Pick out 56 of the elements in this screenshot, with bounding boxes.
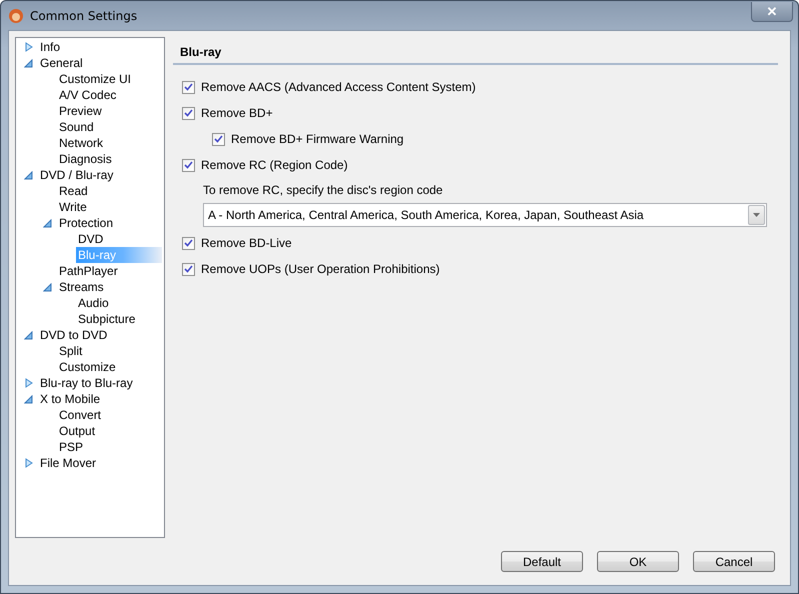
dialog-button[interactable]: Default [501, 551, 583, 572]
dropdown-arrow-icon[interactable] [753, 213, 760, 217]
expanded-triangle-icon[interactable] [43, 218, 52, 228]
tree-item[interactable]: A/V Codec [57, 87, 118, 103]
expanded-triangle-icon[interactable] [24, 58, 33, 68]
tree-item[interactable]: Diagnosis [57, 151, 114, 167]
tree-item[interactable]: Customize UI [57, 71, 134, 87]
option-label: Remove AACS (Advanced Access Content System) [201, 80, 476, 94]
expanded-triangle-icon[interactable] [24, 170, 33, 180]
tree-item[interactable]: Streams [57, 279, 106, 295]
region-dropdown[interactable]: A - North America, Central America, South America, Korea, Japan, Southeast Asia [203, 203, 767, 227]
tree-item[interactable]: Convert [57, 407, 104, 423]
tree-item[interactable]: X to Mobile [38, 391, 102, 407]
collapsed-triangle-icon[interactable] [24, 378, 33, 388]
section-title: Blu-ray [173, 37, 778, 65]
tree-item[interactable]: Output [57, 423, 98, 439]
tree-item[interactable]: Customize [57, 359, 118, 375]
tree-item[interactable]: Read [57, 183, 90, 199]
checkbox[interactable] [182, 262, 195, 276]
tree-item[interactable]: DVD / Blu-ray [38, 167, 116, 183]
option-label: Remove RC (Region Code) [201, 158, 348, 172]
option-label: Remove UOPs (User Operation Prohibitions) [201, 262, 440, 276]
tree-item[interactable]: DVD to DVD [38, 327, 110, 343]
tree-item[interactable]: Protection [57, 215, 116, 231]
tree-item[interactable]: Subpicture [76, 311, 138, 327]
tree-item[interactable]: General [38, 55, 85, 71]
dialog-button[interactable]: Cancel [693, 551, 775, 572]
region-hint-label: To remove RC, specify the disc's region code [203, 183, 444, 197]
app-logo-icon [8, 8, 24, 24]
window-title: Common Settings [30, 8, 138, 22]
checkbox[interactable] [182, 80, 195, 94]
tree-item[interactable]: PathPlayer [57, 263, 120, 279]
checkbox[interactable] [212, 132, 225, 146]
tree-item[interactable]: Split [57, 343, 84, 359]
tree-item[interactable]: DVD [76, 231, 106, 247]
tree-item[interactable]: Audio [76, 295, 111, 311]
option-label: Remove BD-Live [201, 236, 292, 250]
checkbox[interactable] [182, 106, 195, 120]
checkbox[interactable] [182, 158, 195, 172]
collapsed-triangle-icon[interactable] [24, 458, 33, 468]
option-label: Remove BD+ Firmware Warning [231, 132, 404, 146]
tree-item[interactable]: PSP [57, 439, 86, 455]
tree-item[interactable]: Write [57, 199, 89, 215]
tree-item[interactable]: Blu-ray to Blu-ray [38, 375, 135, 391]
tree-item[interactable]: Info [38, 39, 62, 55]
collapsed-triangle-icon[interactable] [24, 42, 33, 52]
checkbox[interactable] [182, 236, 195, 250]
expanded-triangle-icon[interactable] [24, 330, 33, 340]
expanded-triangle-icon[interactable] [43, 282, 52, 292]
tree-item[interactable]: Sound [57, 119, 96, 135]
expanded-triangle-icon[interactable] [24, 394, 33, 404]
dialog-button[interactable]: OK [597, 551, 679, 572]
tree-item[interactable]: Network [57, 135, 106, 151]
tree-item[interactable]: File Mover [38, 455, 98, 471]
option-label: Remove BD+ [201, 106, 273, 120]
tree-item[interactable]: Preview [57, 103, 104, 119]
